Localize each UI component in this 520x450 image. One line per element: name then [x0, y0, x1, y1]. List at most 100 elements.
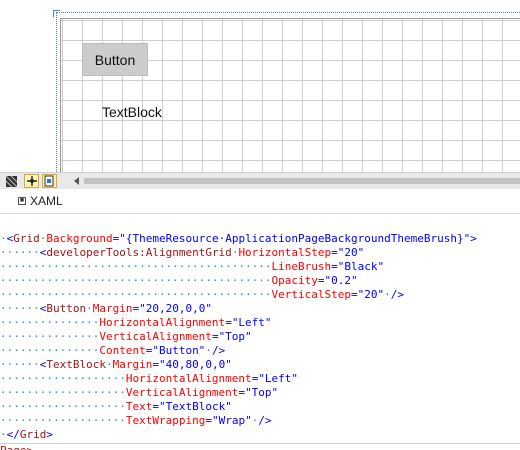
- code-indent: ·: [0, 428, 7, 441]
- code-token-attr: HorizontalStep: [238, 246, 332, 259]
- code-token-punc: >: [470, 232, 477, 245]
- code-line[interactable]: ·<Grid·Background="{ThemeResource·Applic…: [0, 232, 477, 246]
- code-token-val: "Left": [258, 372, 299, 385]
- code-token-attr: Opacity: [271, 274, 318, 287]
- code-token-tag: Button: [46, 302, 87, 315]
- code-token-val: "TextBlock": [158, 400, 232, 413]
- code-indent: ········································…: [0, 288, 272, 301]
- code-token-punc: </: [6, 428, 20, 441]
- scroll-left-arrow-icon[interactable]: [74, 177, 79, 185]
- code-token-ws: ·: [86, 302, 93, 315]
- code-line[interactable]: ···············HorizontalAlignment="Left…: [0, 316, 272, 330]
- code-token-val: "Black": [337, 260, 385, 273]
- top-guide-line: [56, 12, 520, 14]
- code-line[interactable]: ······<developerTools:AlignmentGrid·Hori…: [0, 246, 364, 260]
- code-indent: ·: [0, 232, 7, 245]
- xaml-code-editor[interactable]: ·<Grid·Background="{ThemeResource·Applic…: [0, 230, 520, 450]
- code-line[interactable]: ···············Content="Button"·/>: [0, 344, 225, 358]
- code-indent: ······: [0, 246, 40, 259]
- code-token-punc: =: [152, 400, 159, 413]
- designer-toolbar: [0, 172, 520, 190]
- code-line[interactable]: ·</Grid>: [0, 428, 53, 442]
- code-token-val: "Top": [218, 330, 252, 343]
- code-line[interactable]: ···················HorizontalAlignment="…: [0, 372, 298, 386]
- code-token-attr: HorizontalAlignment: [125, 372, 252, 385]
- design-surface[interactable]: Button TextBlock: [0, 0, 520, 172]
- horizontal-scrollbar[interactable]: [84, 178, 520, 184]
- code-line-partial: Page>: [0, 444, 33, 450]
- code-indent: ········································…: [0, 274, 272, 287]
- left-ruler: [0, 0, 56, 172]
- grid-snap-icon[interactable]: [4, 174, 19, 188]
- code-indent: ···················: [0, 372, 126, 385]
- code-line[interactable]: ······<TextBlock·Margin="40,80,0,0": [0, 358, 232, 372]
- code-token-attr: Margin: [92, 302, 133, 315]
- code-line[interactable]: ···················VerticalAlignment="To…: [0, 386, 278, 400]
- code-token-ws: ·: [384, 288, 391, 301]
- xaml-file-icon: ■: [18, 197, 26, 205]
- code-token-attr: Content: [99, 344, 146, 357]
- code-token-attr: TextWrapping: [125, 414, 206, 427]
- code-token-val: "{ThemeResource·ApplicationPageBackgroun…: [119, 232, 471, 245]
- code-token-attr: HorizontalAlignment: [99, 316, 226, 329]
- editor-separator: [0, 443, 520, 444]
- code-token-val: "20,20,0,0": [139, 302, 212, 315]
- left-guide-line: [56, 12, 58, 172]
- code-token-attr: Margin: [112, 358, 153, 371]
- code-token-tag: Grid: [13, 232, 40, 245]
- code-indent: ···············: [0, 344, 100, 357]
- code-token-val: "Wrap": [211, 414, 252, 427]
- code-token-attr: VerticalAlignment: [125, 386, 239, 399]
- code-token-val: "20": [337, 246, 365, 259]
- code-line[interactable]: ········································…: [0, 288, 404, 302]
- code-indent: ······: [0, 358, 40, 371]
- code-token-punc: />: [211, 344, 226, 357]
- code-indent: ···············: [0, 330, 100, 343]
- tab-xaml-label: XAML: [30, 194, 63, 208]
- code-token-attr: LineBrush: [271, 260, 332, 273]
- code-token-val: "20": [357, 288, 385, 301]
- tab-xaml[interactable]: ■ XAML: [18, 193, 63, 209]
- code-indent: ······: [0, 302, 40, 315]
- code-token-punc: =: [211, 330, 219, 343]
- code-line[interactable]: ···················TextWrapping="Wrap"·/…: [0, 414, 272, 428]
- code-token-val: "Top": [245, 386, 279, 399]
- code-indent: ···················: [0, 400, 126, 413]
- snap-to-lines-icon[interactable]: [24, 174, 39, 188]
- code-token-attr: Background: [46, 232, 113, 245]
- code-indent: ···················: [0, 386, 126, 399]
- editor-tab-row: ■ XAML: [0, 189, 520, 214]
- code-line[interactable]: ······<Button·Margin="20,20,0,0": [0, 302, 212, 316]
- designer-textblock-control[interactable]: TextBlock: [102, 104, 162, 120]
- code-indent: ········································…: [0, 260, 272, 273]
- designer-button-control[interactable]: Button: [82, 43, 148, 76]
- code-line[interactable]: ···················Text="TextBlock": [0, 400, 232, 414]
- code-line[interactable]: ········································…: [0, 260, 384, 274]
- code-token-attr: Text: [125, 400, 153, 413]
- code-line[interactable]: ···············VerticalAlignment="Top": [0, 330, 252, 344]
- code-token-punc: =: [351, 288, 358, 301]
- alignment-grid[interactable]: [60, 18, 520, 172]
- code-token-punc: />: [390, 288, 405, 301]
- code-token-val: "0.2": [324, 274, 358, 287]
- code-token-val: "Button": [152, 344, 206, 357]
- code-token-punc: =: [317, 274, 325, 287]
- code-token-attr: VerticalAlignment: [99, 330, 212, 343]
- code-token-punc: =: [331, 260, 338, 273]
- code-token-attr: VerticalStep: [271, 288, 352, 301]
- code-token-ws: ·: [105, 358, 113, 371]
- code-token-punc: =: [152, 358, 159, 371]
- code-line[interactable]: ········································…: [0, 274, 358, 288]
- code-token-tag: TextBlock: [46, 358, 106, 371]
- code-token-punc: =: [205, 414, 212, 427]
- code-token-val: "40,80,0,0": [158, 358, 232, 371]
- code-token-ws: ·: [205, 344, 212, 357]
- code-indent: ···················: [0, 414, 126, 427]
- grid-corner-marker: [53, 10, 60, 17]
- effects-icon[interactable]: [42, 174, 57, 188]
- code-token-tag: Grid: [19, 428, 47, 441]
- code-token-val: "Left": [231, 316, 272, 329]
- code-token-punc: />: [258, 414, 272, 427]
- code-indent: ···············: [0, 316, 100, 329]
- code-token-tag: developerTools:AlignmentGrid: [46, 246, 232, 259]
